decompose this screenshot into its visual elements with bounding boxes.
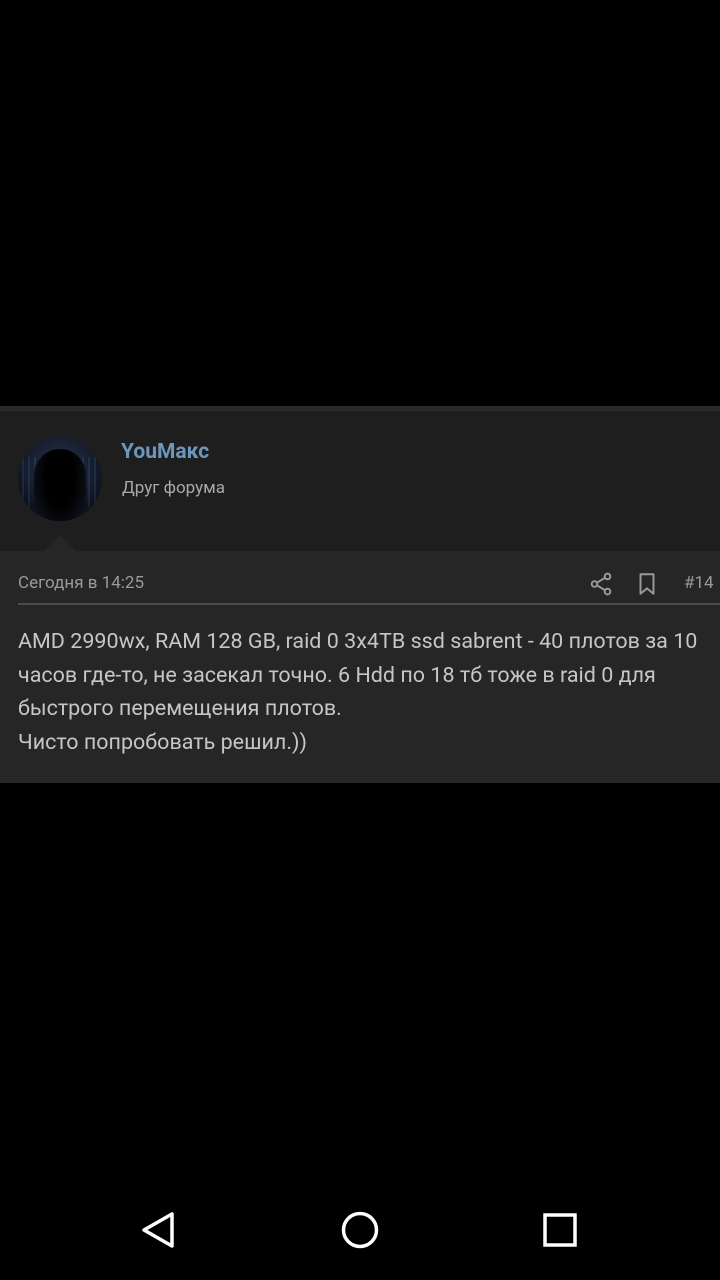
share-icon[interactable] (588, 571, 614, 597)
post-author-bar: YouМакс Друг форума (0, 411, 720, 551)
post-meta-row: Сегодня в 14:25 #14 (18, 571, 720, 603)
home-circle-icon[interactable] (336, 1206, 384, 1254)
post-message: AMD 2990wx, RAM 128 GB, raid 0 3x4TB ssd… (18, 629, 698, 755)
back-triangle-icon[interactable] (136, 1206, 184, 1254)
post-body: Сегодня в 14:25 #14 AMD 2990wx, RAM 128 … (0, 551, 720, 783)
author-title: Друг форума (122, 478, 226, 498)
author-name[interactable]: YouМакс (121, 440, 209, 464)
meta-divider (18, 603, 720, 605)
screen: YouМакс Друг форума Сегодня в 14:25 #14 (0, 0, 720, 1280)
system-navigation-bar (0, 1180, 720, 1280)
forum-post: YouМакс Друг форума Сегодня в 14:25 #14 (0, 406, 720, 783)
post-number[interactable]: #14 (684, 573, 714, 593)
hooded-figure-icon (34, 449, 86, 521)
author-pointer (44, 535, 76, 551)
avatar[interactable] (18, 437, 102, 521)
bookmark-icon[interactable] (634, 571, 660, 597)
recents-square-icon[interactable] (536, 1206, 584, 1254)
post-date[interactable]: Сегодня в 14:25 (18, 573, 144, 593)
